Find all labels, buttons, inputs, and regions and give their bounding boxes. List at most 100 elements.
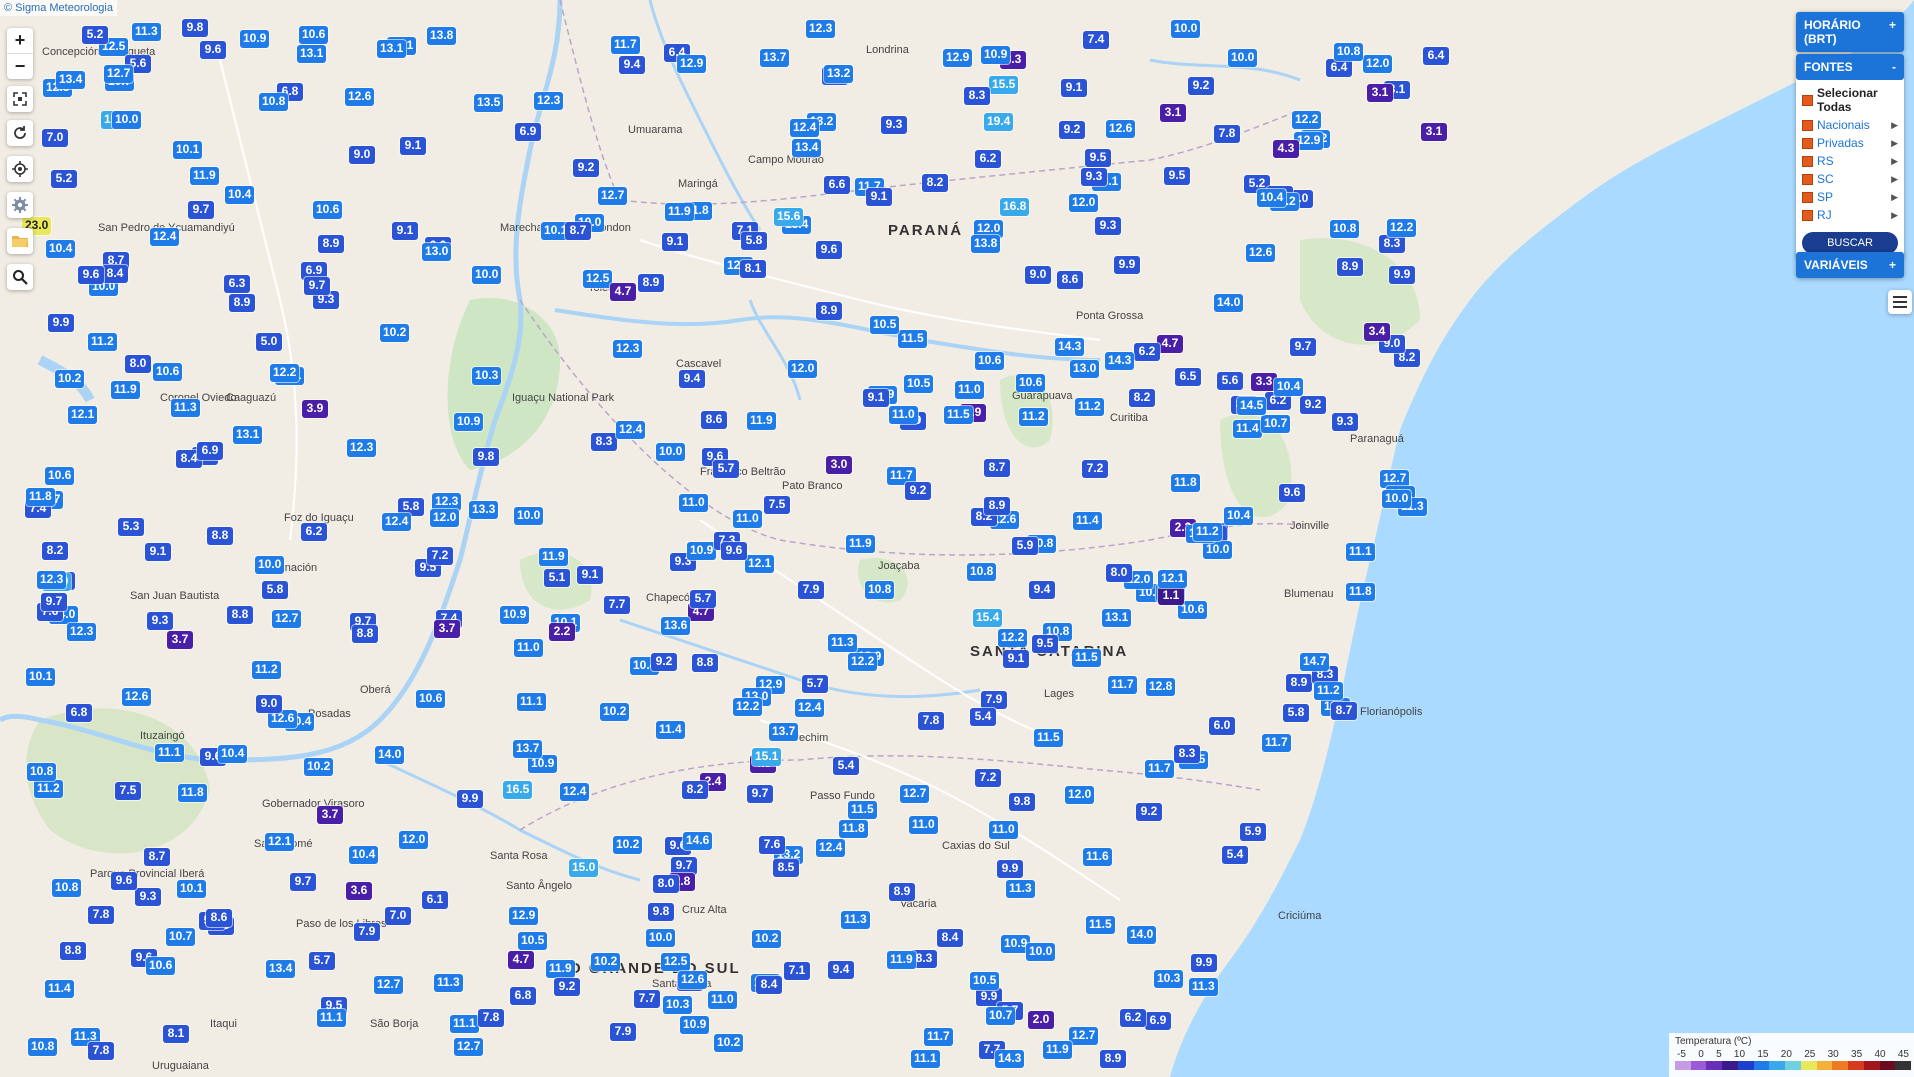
station-temperature-marker[interactable]: 10.6 [975, 352, 1005, 370]
station-temperature-marker[interactable]: 11.5 [898, 330, 927, 348]
station-temperature-marker[interactable]: 13.1 [377, 40, 407, 58]
station-temperature-marker[interactable]: 10.8 [259, 93, 289, 111]
station-temperature-marker[interactable]: 3.1 [1367, 84, 1393, 102]
station-temperature-marker[interactable]: 6.2 [301, 523, 327, 541]
station-temperature-marker[interactable]: 11.3 [171, 399, 200, 417]
station-temperature-marker[interactable]: 12.7 [272, 610, 302, 628]
station-temperature-marker[interactable]: 10.4 [1274, 378, 1304, 396]
source-rj[interactable]: RJ ▶ [1796, 206, 1904, 224]
station-temperature-marker[interactable]: 5.7 [309, 952, 335, 970]
station-temperature-marker[interactable]: 12.3 [613, 340, 643, 358]
station-temperature-marker[interactable]: 15.0 [569, 859, 599, 877]
station-temperature-marker[interactable]: 14.3 [995, 1050, 1025, 1068]
station-temperature-marker[interactable]: 11.0 [733, 510, 762, 528]
caret-right-icon[interactable]: ▶ [1891, 120, 1898, 131]
station-temperature-marker[interactable]: 8.8 [207, 527, 233, 545]
station-temperature-marker[interactable]: 8.9 [229, 294, 255, 312]
station-temperature-marker[interactable]: 12.6 [678, 971, 708, 989]
station-temperature-marker[interactable]: 6.6 [824, 176, 850, 194]
station-temperature-marker[interactable]: 6.9 [515, 123, 541, 141]
station-temperature-marker[interactable]: 10.8 [27, 763, 57, 781]
station-temperature-marker[interactable]: 8.3 [591, 433, 617, 451]
station-temperature-marker[interactable]: 14.0 [375, 746, 405, 764]
station-temperature-marker[interactable]: 9.9 [1191, 954, 1217, 972]
station-temperature-marker[interactable]: 10.4 [46, 240, 76, 258]
station-temperature-marker[interactable]: 11.2 [34, 780, 63, 798]
attribution-link[interactable]: © Sigma Meteorologia [0, 0, 117, 16]
station-temperature-marker[interactable]: 11.0 [955, 381, 984, 399]
station-temperature-marker[interactable]: 9.8 [648, 903, 674, 921]
station-temperature-marker[interactable]: 10.9 [500, 606, 530, 624]
zoom-in-button[interactable]: + [7, 28, 33, 54]
station-temperature-marker[interactable]: 15.1 [752, 748, 782, 766]
station-temperature-marker[interactable]: 10.0 [1171, 20, 1201, 38]
station-temperature-marker[interactable]: 12.1 [745, 555, 775, 573]
station-temperature-marker[interactable]: 9.5 [1085, 149, 1111, 167]
station-temperature-marker[interactable]: 14.3 [1105, 352, 1135, 370]
station-temperature-marker[interactable]: 12.0 [1065, 786, 1095, 804]
station-temperature-marker[interactable]: 5.7 [713, 460, 739, 478]
station-temperature-marker[interactable]: 8.9 [816, 302, 842, 320]
station-temperature-marker[interactable]: 10.2 [591, 953, 621, 971]
station-temperature-marker[interactable]: 15.4 [973, 609, 1003, 627]
station-temperature-marker[interactable]: 11.8 [26, 488, 55, 506]
station-temperature-marker[interactable]: 12.1 [68, 406, 98, 424]
station-temperature-marker[interactable]: 12.5 [583, 270, 613, 288]
station-temperature-marker[interactable]: 10.2 [380, 324, 410, 342]
station-temperature-marker[interactable]: 15.5 [989, 76, 1019, 94]
station-temperature-marker[interactable]: 6.8 [510, 987, 536, 1005]
station-temperature-marker[interactable]: 9.4 [828, 961, 854, 979]
station-temperature-marker[interactable]: 10.9 [680, 1016, 710, 1034]
station-temperature-marker[interactable]: 6.9 [197, 442, 223, 460]
station-temperature-marker[interactable]: 12.6 [1106, 120, 1136, 138]
station-temperature-marker[interactable]: 10.2 [714, 1034, 744, 1052]
station-temperature-marker[interactable]: 9.7 [304, 277, 330, 295]
station-temperature-marker[interactable]: 7.6 [759, 836, 785, 854]
station-temperature-marker[interactable]: 10.8 [28, 1038, 58, 1056]
station-temperature-marker[interactable]: 10.7 [986, 1007, 1016, 1025]
station-temperature-marker[interactable]: 13.1 [297, 45, 327, 63]
station-temperature-marker[interactable]: 5.4 [1222, 846, 1248, 864]
station-temperature-marker[interactable]: 8.4 [102, 265, 128, 283]
station-temperature-marker[interactable]: 12.1 [265, 833, 295, 851]
station-temperature-marker[interactable]: 9.5 [1032, 635, 1058, 653]
horario-panel-header[interactable]: HORÁRIO (BRT) + [1796, 12, 1904, 52]
station-temperature-marker[interactable]: 9.9 [1389, 266, 1415, 284]
station-temperature-marker[interactable]: 9.7 [41, 593, 67, 611]
station-temperature-marker[interactable]: 11.3 [828, 634, 857, 652]
station-temperature-marker[interactable]: 10.0 [112, 111, 142, 129]
station-temperature-marker[interactable]: 5.1 [544, 569, 570, 587]
station-temperature-marker[interactable]: 9.3 [1095, 217, 1121, 235]
caret-right-icon[interactable]: ▶ [1891, 138, 1898, 149]
station-temperature-marker[interactable]: 14.3 [1055, 338, 1085, 356]
station-temperature-marker[interactable]: 9.7 [290, 873, 316, 891]
station-temperature-marker[interactable]: 13.7 [769, 723, 799, 741]
station-temperature-marker[interactable]: 5.7 [690, 590, 716, 608]
station-temperature-marker[interactable]: 11.7 [1108, 676, 1137, 694]
station-temperature-marker[interactable]: 9.1 [866, 188, 892, 206]
station-temperature-marker[interactable]: 10.0 [514, 507, 544, 525]
station-temperature-marker[interactable]: 9.1 [392, 222, 418, 240]
station-temperature-marker[interactable]: 12.4 [560, 783, 590, 801]
station-temperature-marker[interactable]: 9.8 [182, 19, 208, 37]
station-temperature-marker[interactable]: 8.9 [1286, 674, 1312, 692]
station-temperature-marker[interactable]: 11.9 [539, 548, 568, 566]
station-temperature-marker[interactable]: 9.6 [1279, 484, 1305, 502]
station-temperature-marker[interactable]: 6.3 [224, 275, 250, 293]
station-temperature-marker[interactable]: 10.2 [752, 930, 782, 948]
station-temperature-marker[interactable]: 8.9 [638, 274, 664, 292]
station-temperature-marker[interactable]: 12.0 [430, 509, 460, 527]
station-temperature-marker[interactable]: 9.7 [1290, 338, 1316, 356]
layers-button[interactable] [1888, 290, 1912, 314]
station-temperature-marker[interactable]: 12.0 [399, 831, 429, 849]
station-temperature-marker[interactable]: 14.0 [1214, 294, 1244, 312]
station-temperature-marker[interactable]: 13.1 [1102, 609, 1132, 627]
station-temperature-marker[interactable]: 10.0 [646, 929, 676, 947]
settings-button[interactable] [7, 192, 33, 218]
station-temperature-marker[interactable]: 9.1 [662, 233, 688, 251]
buscar-button[interactable]: BUSCAR [1802, 232, 1898, 254]
station-temperature-marker[interactable]: 7.8 [88, 906, 114, 924]
station-temperature-marker[interactable]: 12.0 [1363, 55, 1393, 73]
station-temperature-marker[interactable]: 9.9 [1114, 256, 1140, 274]
station-temperature-marker[interactable]: 8.3 [964, 87, 990, 105]
